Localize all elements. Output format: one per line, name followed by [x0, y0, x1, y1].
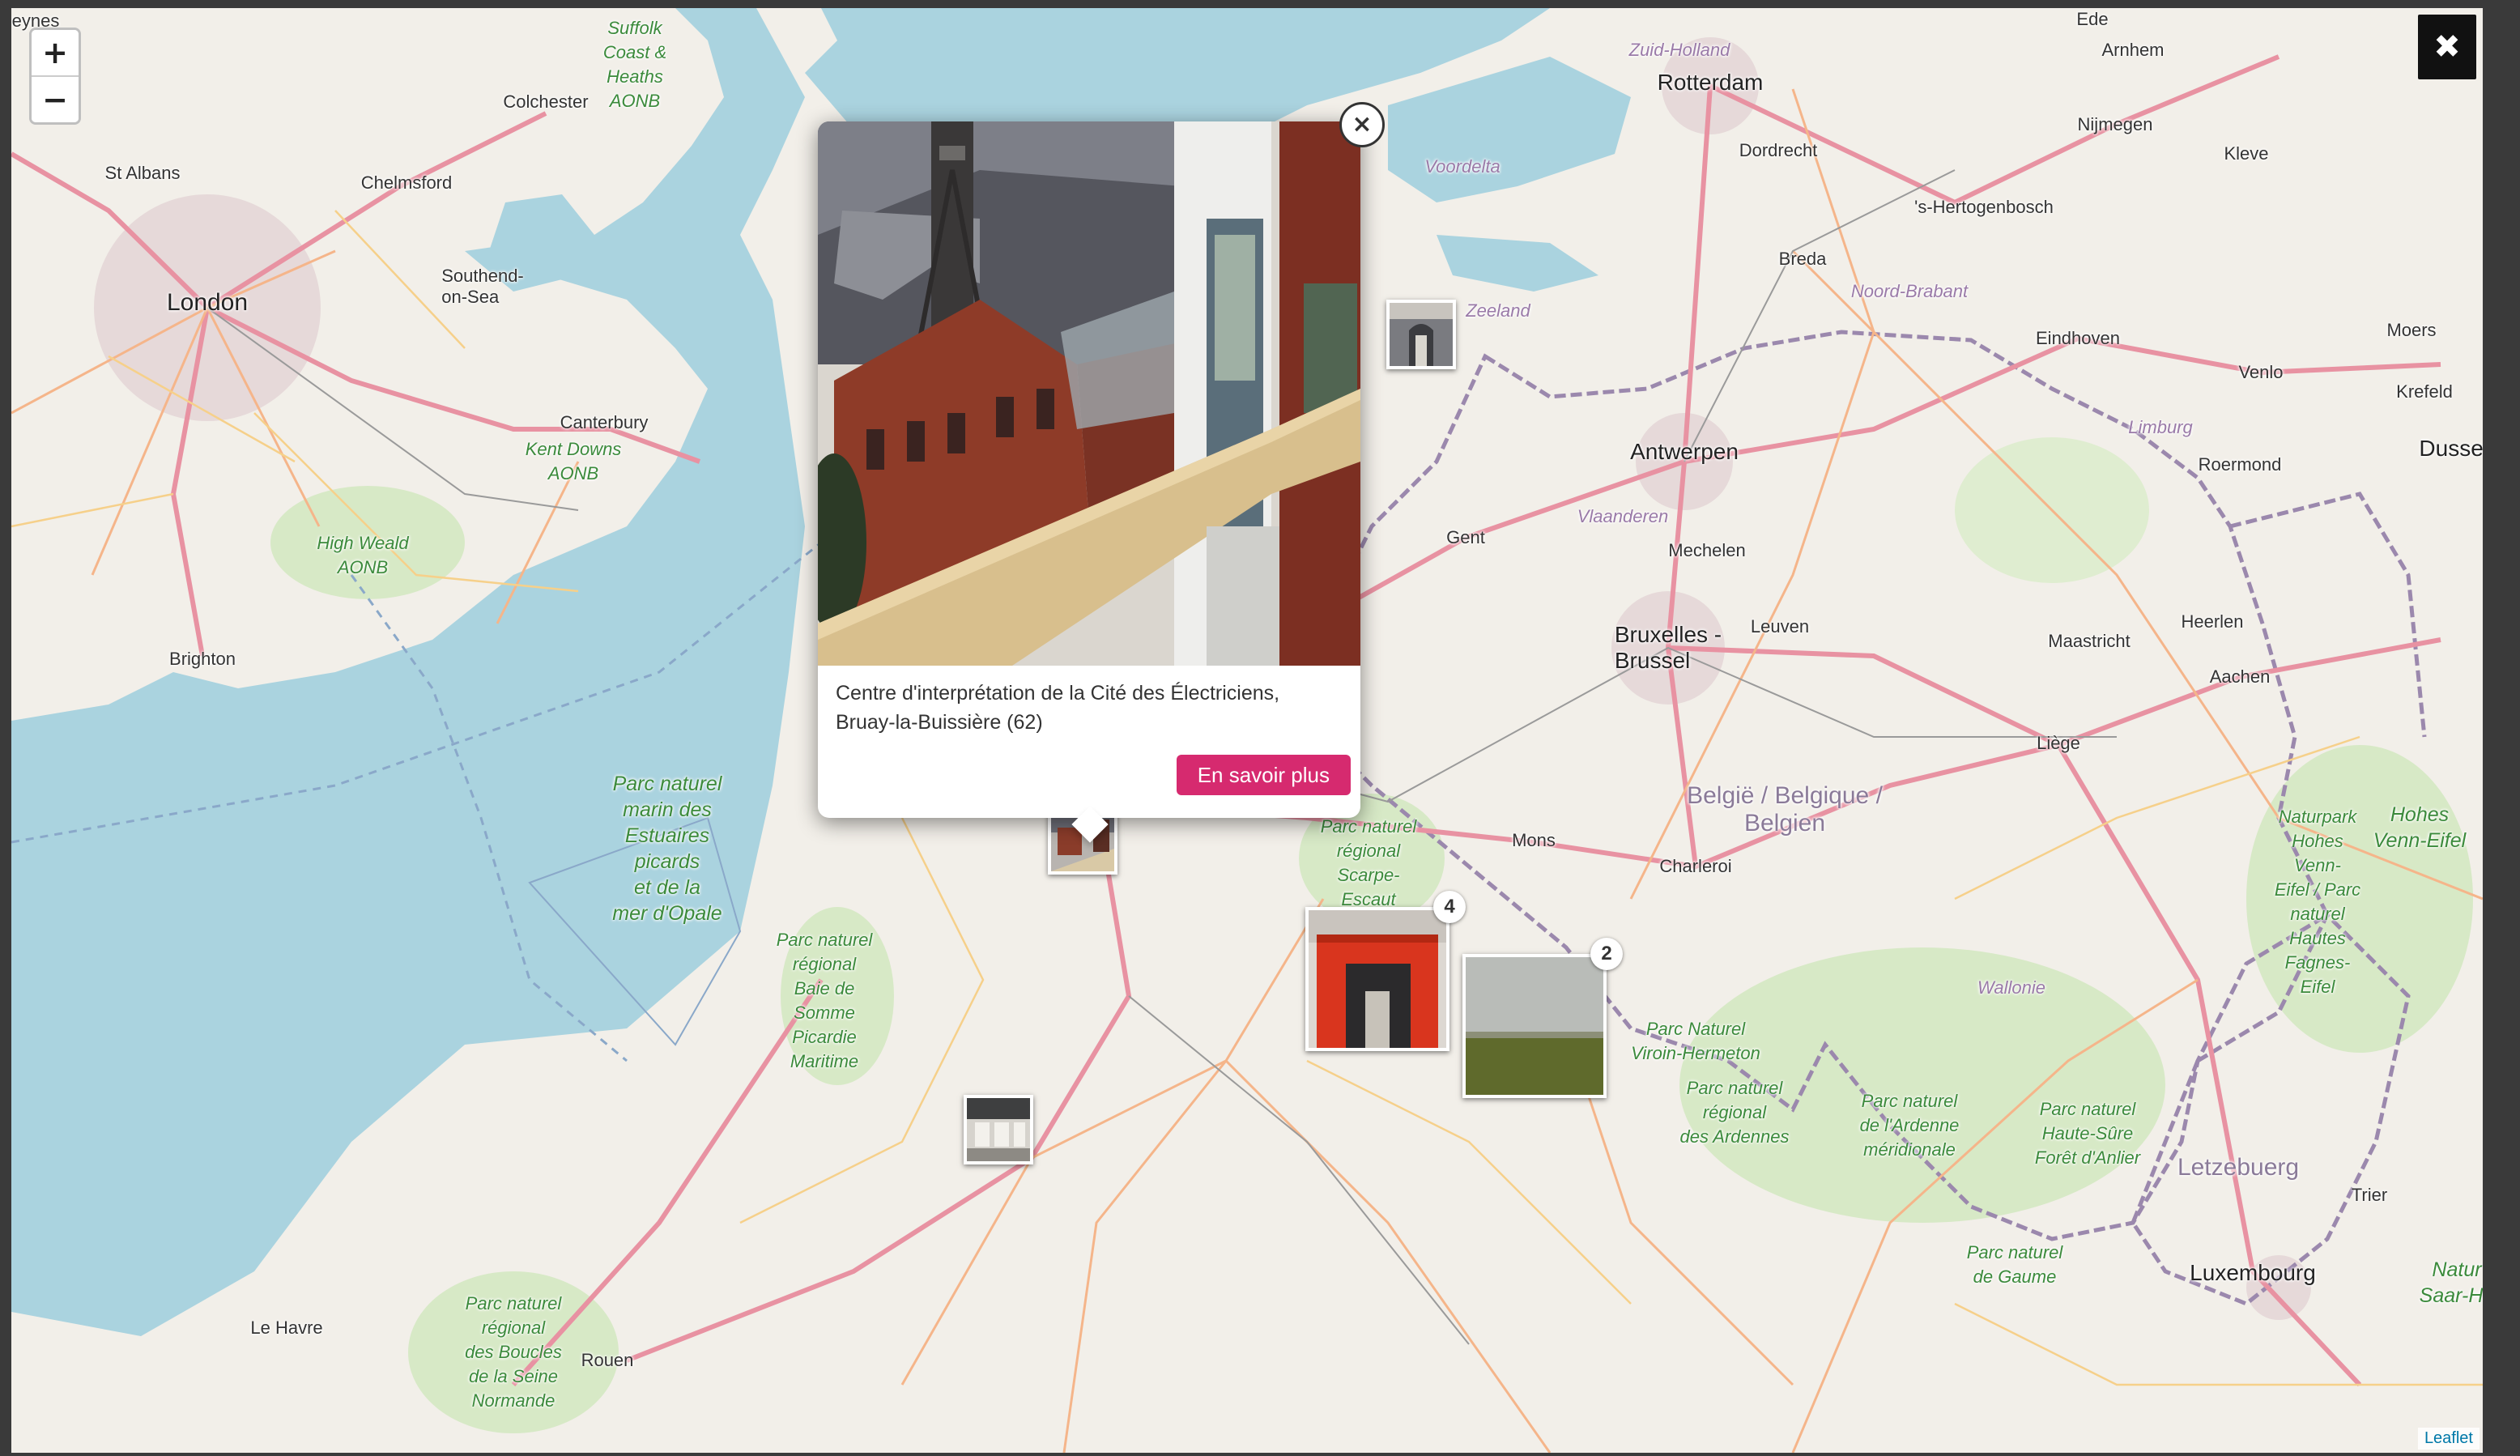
map-label: Arnhem — [2101, 40, 2165, 60]
map-label: Limburg — [2128, 417, 2193, 437]
map-label: Antwerpen — [1630, 439, 1739, 464]
map-label: Gent — [1446, 527, 1485, 547]
popup-photo — [818, 121, 1360, 666]
map-label: Suffolk Coast & Heaths AONB — [602, 18, 667, 111]
map-label: Parc naturel régional Baie de Somme Picardie… — [776, 930, 873, 1071]
map-label: Breda — [1778, 249, 1827, 269]
map-label: Charleroi — [1659, 856, 1732, 876]
map-label: Heerlen — [2181, 611, 2244, 632]
map-label: Liège — [2037, 733, 2080, 753]
map-label: London — [166, 289, 249, 316]
map-label: Chelmsford — [360, 172, 453, 193]
map-label: Voordelta — [1424, 156, 1501, 177]
cite-electriciens-photo — [818, 121, 1360, 666]
map-label: België / Belgique / Belgien — [1687, 782, 1883, 837]
map-label: Letzebuerg — [2177, 1154, 2300, 1181]
map-label: Maastricht — [2048, 631, 2131, 651]
map-label: NaturSaar-Hu — [2419, 1258, 2483, 1307]
cluster-count-badge: 4 — [1433, 891, 1466, 923]
map-label: Parc naturel Haute-Sûre Forêt d'Anlier — [2034, 1099, 2141, 1168]
learn-more-button[interactable]: En savoir plus — [1176, 755, 1351, 795]
map-label: Leuven — [1750, 616, 1810, 636]
map-label: Zuid-Holland — [1628, 40, 1730, 60]
map-popup: Centre d'interprétation de la Cité des É… — [818, 121, 1360, 843]
popup-caption: Centre d'interprétation de la Cité des É… — [836, 682, 1280, 734]
map-label: 's-Hertogenbosch — [1914, 197, 2054, 217]
map-label: Moers — [2386, 320, 2437, 340]
map-label: High Weald AONB — [317, 533, 409, 577]
arch-photo-thumb — [1390, 303, 1453, 366]
map-label: Wallonie — [1977, 977, 2045, 998]
map-attribution-link[interactable]: Leaflet — [2417, 1428, 2480, 1450]
map-label: Parc naturel de Gaume — [1966, 1242, 2063, 1287]
map-label: Parc Naturel Viroin-Hermeton — [1631, 1019, 1760, 1063]
popup-close-button[interactable]: × — [1339, 102, 1385, 147]
zoom-control: + − — [29, 28, 81, 125]
map-label: Canterbury — [560, 412, 649, 432]
marker-zeeland[interactable] — [1386, 300, 1456, 369]
marker-field[interactable]: 2 — [1462, 938, 1623, 1098]
map-label: Kent Downs AONB — [525, 439, 622, 483]
close-lightbox-button[interactable]: ✖ — [2418, 15, 2476, 79]
map-label: Colchester — [503, 92, 589, 112]
map-label: Kleve — [2224, 143, 2269, 164]
gallery-photo-thumb — [967, 1098, 1030, 1161]
map-label: Venlo — [2238, 362, 2284, 382]
map-label: Naturpark Hohes Venn- Eifel / Parc naturel Ha… — [2274, 807, 2361, 997]
map-label: Eindhoven — [2036, 328, 2120, 348]
map-label: Zeeland — [1466, 300, 1530, 321]
map-label: Southend-on-Sea — [441, 266, 524, 307]
map-label: Dusseld — [2419, 436, 2483, 461]
map-label: Ede — [2076, 9, 2109, 29]
marker-red-building[interactable]: 4 — [1305, 891, 1466, 1051]
cluster-count-badge: 2 — [1590, 938, 1623, 970]
field-photo-thumb — [1466, 957, 1603, 1095]
map-label: Parc naturel marin des Estuaires picards et … — [612, 773, 722, 925]
map-label: Le Havre — [250, 1318, 323, 1338]
map-label: Vlaanderen — [1577, 506, 1669, 526]
map-label: Krefeld — [2396, 381, 2453, 402]
map-label: Parc naturel régional des Boucles de la Sei… — [465, 1293, 562, 1411]
map-label: Trier — [2351, 1185, 2388, 1205]
map-label: Brighton — [169, 649, 236, 669]
map-label: Parc naturel régional Scarpe- Escaut — [1320, 816, 1417, 909]
map-label: Mons — [1512, 830, 1556, 850]
map-container[interactable]: eynes Colchester St Albans Chelmsford London… — [11, 8, 2483, 1453]
map-label: Bruxelles - Brussel — [1614, 622, 1722, 673]
red-building-photo-thumb — [1309, 910, 1446, 1048]
map-label: Noord-Brabant — [1850, 281, 1969, 301]
map-label: Parc naturel régional des Ardennes — [1679, 1078, 1790, 1147]
map-label: Aachen — [2209, 666, 2271, 687]
map-label: Mechelen — [1668, 540, 1746, 560]
map-label: Nijmegen — [2077, 114, 2153, 134]
map-label: Dordrecht — [1739, 140, 1818, 160]
map-label: Roermond — [2198, 454, 2282, 475]
map-label: Luxembourg — [2190, 1260, 2316, 1285]
marker-gallery[interactable] — [964, 1095, 1033, 1164]
zoom-in-button[interactable]: + — [32, 30, 79, 75]
map-label: Rotterdam — [1657, 70, 1764, 95]
zoom-out-button[interactable]: − — [32, 75, 79, 122]
map-label: Hohes Venn-Eifel — [2373, 803, 2467, 852]
map-label: Parc naturel de l'Ardenne méridionale — [1859, 1091, 1960, 1160]
map-label: St Albans — [104, 163, 181, 183]
map-label: Rouen — [581, 1350, 634, 1370]
